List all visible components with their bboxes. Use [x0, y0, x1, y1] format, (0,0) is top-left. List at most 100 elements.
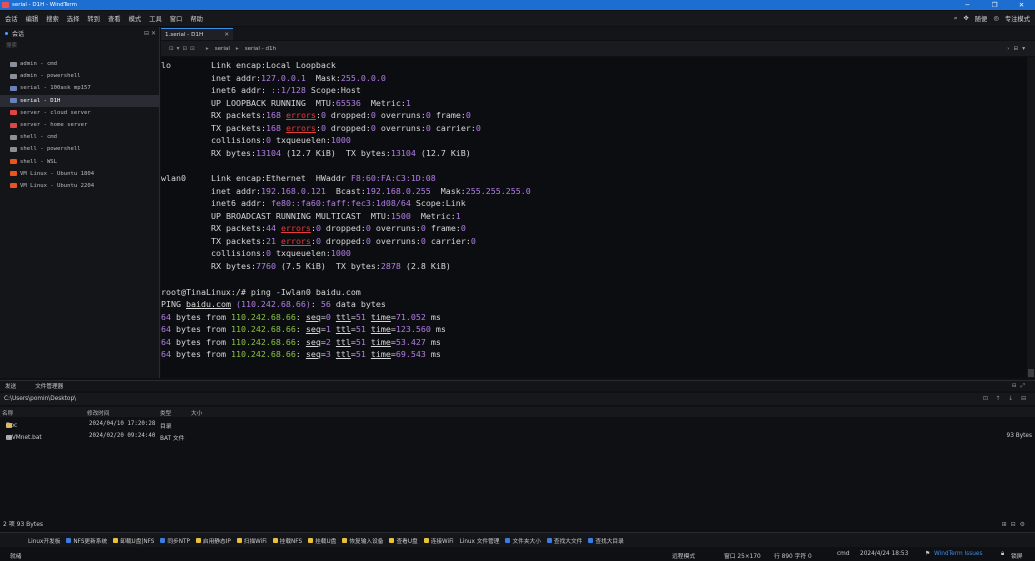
- sidebar-title: 会话: [12, 30, 25, 38]
- path-text: C:\Users\pomin\Desktop\: [4, 396, 77, 402]
- menu-view[interactable]: 查看: [108, 14, 121, 23]
- command-icon: [236, 537, 242, 543]
- session-label: VM Linux - Ubuntu 1804: [20, 170, 95, 177]
- session-item-ubuntu-2204[interactable]: VM Linux - Ubuntu 2204: [0, 180, 159, 192]
- quick-scan-wifi[interactable]: 扫描WiFi: [236, 536, 267, 545]
- session-label: shell - cmd: [20, 134, 58, 141]
- session-item-serial-mp157[interactable]: serial - 100ask mp157: [0, 82, 159, 94]
- terminal-icon: [10, 61, 17, 67]
- session-item-home-server[interactable]: server - home server: [0, 119, 159, 131]
- search-icon[interactable]: ⌕: [954, 15, 958, 23]
- tab-send[interactable]: 发送: [5, 382, 16, 390]
- quick-find-big-dir[interactable]: 查找大目录: [588, 536, 624, 545]
- panel-controls[interactable]: ⊟⤢: [1012, 383, 1029, 390]
- file-row[interactable]: Doc 2024/04/10 17:20:28 目录: [0, 419, 1035, 431]
- scrollbar-thumb[interactable]: [1028, 369, 1034, 377]
- breadcrumb-serial[interactable]: serial: [215, 46, 230, 52]
- session-item-shell-cmd[interactable]: shell - cmd: [0, 131, 159, 143]
- quick-mount-usb[interactable]: 挂载U盘: [308, 536, 336, 545]
- focus-mode-button[interactable]: 专注模式: [1005, 14, 1030, 23]
- column-name[interactable]: 名称: [2, 409, 13, 417]
- status-mode[interactable]: 远程模式: [672, 551, 695, 560]
- breadcrumb-serial-d1h[interactable]: serial - d1h: [245, 46, 276, 52]
- focus-mode-icon[interactable]: ◎: [993, 15, 999, 22]
- file-date: 2024/04/10 17:20:28: [89, 421, 156, 427]
- menu-window[interactable]: 窗口: [170, 14, 183, 23]
- menu-tools[interactable]: 工具: [149, 14, 162, 23]
- session-item-admin-cmd[interactable]: admin - cmd: [0, 58, 159, 70]
- quick-unmount-usb[interactable]: 卸载U盘|NFS: [113, 536, 154, 545]
- quick-folder-size[interactable]: 文件夹大小: [505, 536, 541, 545]
- path-nav-icons[interactable]: ⊡ ↑ ↓ ⊟: [983, 393, 1029, 405]
- menu-goto[interactable]: 转到: [87, 14, 100, 23]
- bell-icon[interactable]: ⚑: [925, 551, 930, 557]
- session-item-shell-powershell[interactable]: shell - powershell: [0, 143, 159, 155]
- tab-label: 1.serial - D1H: [165, 31, 204, 38]
- command-icon: [66, 537, 72, 543]
- quick-restore-input[interactable]: 恢复输入设备: [342, 536, 383, 545]
- minimize-button[interactable]: ─: [954, 0, 981, 10]
- lock-icon[interactable]: 🔒︎: [1001, 551, 1004, 558]
- column-size[interactable]: 大小: [191, 409, 202, 417]
- menu-mode[interactable]: 模式: [129, 14, 142, 23]
- column-type[interactable]: 类型: [160, 409, 171, 417]
- toolbar-icons[interactable]: ⊡▾⊡⊡: [169, 46, 198, 52]
- status-bar: 就绪 远程模式 窗口 25×170 行 890 字符 0 cmd 2024/4/…: [0, 548, 1035, 561]
- session-label: admin - cmd: [20, 61, 58, 68]
- maximize-button[interactable]: ❐: [981, 0, 1008, 10]
- menu-session[interactable]: 会话: [5, 14, 18, 23]
- terminal-line: wlan0 Link encap:Ethernet HWaddr F8:60:FA…: [161, 173, 436, 183]
- title-bar: serial - D1H - WindTerm ─ ❐ ✕: [0, 0, 1035, 10]
- status-cursor-pos[interactable]: 行 890 字符 0: [774, 551, 812, 560]
- quick-sync-ntp[interactable]: 同步NTP: [160, 536, 190, 545]
- menu-edit[interactable]: 编辑: [26, 14, 39, 23]
- quick-nfs-update[interactable]: NFS更新系统: [66, 536, 107, 545]
- session-label: serial - 100ask mp157: [20, 85, 91, 92]
- file-row[interactable]: reVMnet.bat 2024/02/20 09:24:40 BAT 文件 9…: [0, 431, 1035, 443]
- session-item-admin-powershell[interactable]: admin - powershell: [0, 70, 159, 82]
- quick-mount-nfs[interactable]: 挂载NFS: [272, 536, 302, 545]
- session-dot-icon: [5, 31, 8, 35]
- terminal-scrollbar[interactable]: [1027, 57, 1035, 378]
- terminal-line: 64 bytes from 110.242.68.66: seq=2 ttl=5…: [161, 337, 441, 347]
- menu-select[interactable]: 选择: [67, 14, 80, 23]
- quick-connect-wifi[interactable]: 连接WiFi: [423, 536, 454, 545]
- terminal-output[interactable]: lo Link encap:Local Loopback inet addr:12…: [161, 57, 1027, 378]
- session-item-shell-wsl[interactable]: shell - WSL: [0, 156, 159, 168]
- status-shell[interactable]: cmd: [837, 551, 850, 557]
- session-item-ubuntu-1804[interactable]: VM Linux - Ubuntu 1804: [0, 168, 159, 180]
- windterm-issues-link[interactable]: WindTerm Issues: [934, 551, 982, 557]
- status-window-size[interactable]: 窗口 25×170: [724, 551, 761, 560]
- column-modified[interactable]: 修改时间: [87, 409, 109, 417]
- terminal-line: 64 bytes from 110.242.68.66: seq=1 ttl=5…: [161, 324, 446, 334]
- menu-help[interactable]: 帮助: [190, 14, 203, 23]
- session-item-serial-d1h[interactable]: serial - D1H: [0, 94, 159, 107]
- serial-icon: [10, 85, 17, 91]
- random-button[interactable]: 随便: [975, 14, 988, 23]
- session-label: server - home server: [20, 122, 88, 129]
- tab-file-manager[interactable]: 文件管理器: [35, 382, 63, 390]
- breadcrumb-separator-icon: ▸: [205, 45, 209, 52]
- file-count: 2 项 93 Bytes: [3, 521, 44, 528]
- file-size: 93 Bytes: [1006, 433, 1033, 439]
- file-manager-actions[interactable]: ⊞⊟⚙: [1002, 519, 1029, 530]
- quick-static-ip[interactable]: 启用静态IP: [195, 536, 231, 545]
- quick-find-big-file[interactable]: 查找大文件: [546, 536, 582, 545]
- close-tab-icon[interactable]: ✕: [224, 32, 229, 38]
- pathbar-right-icons[interactable]: ›⊟▾: [1007, 46, 1029, 52]
- session-search-input[interactable]: 搜索: [3, 40, 156, 52]
- compass-icon[interactable]: ✥: [963, 15, 968, 22]
- close-button[interactable]: ✕: [1008, 0, 1035, 10]
- tab-serial-d1h[interactable]: 1.serial - D1H ✕: [161, 28, 233, 40]
- session-item-cloud-server[interactable]: server - cloud server: [0, 107, 159, 119]
- file-manager-path[interactable]: C:\Users\pomin\Desktop\ ⊡ ↑ ↓ ⊟: [0, 393, 1035, 405]
- quick-view-usb[interactable]: 查看U盘: [389, 536, 418, 545]
- file-date: 2024/02/20 09:24:40: [89, 433, 156, 439]
- menu-search[interactable]: 搜索: [46, 14, 59, 23]
- lock-screen-button[interactable]: 锁屏: [1011, 551, 1023, 560]
- sidebar-controls[interactable]: ⊟ ✕: [144, 30, 156, 37]
- ubuntu-icon: [10, 159, 17, 165]
- status-datetime: 2024/4/24 18:53: [860, 551, 909, 557]
- window-controls: ─ ❐ ✕: [954, 0, 1035, 10]
- quick-command-bar: Linux开发板 NFS更新系统 卸载U盘|NFS 同步NTP 启用静态IP 扫…: [0, 532, 1035, 547]
